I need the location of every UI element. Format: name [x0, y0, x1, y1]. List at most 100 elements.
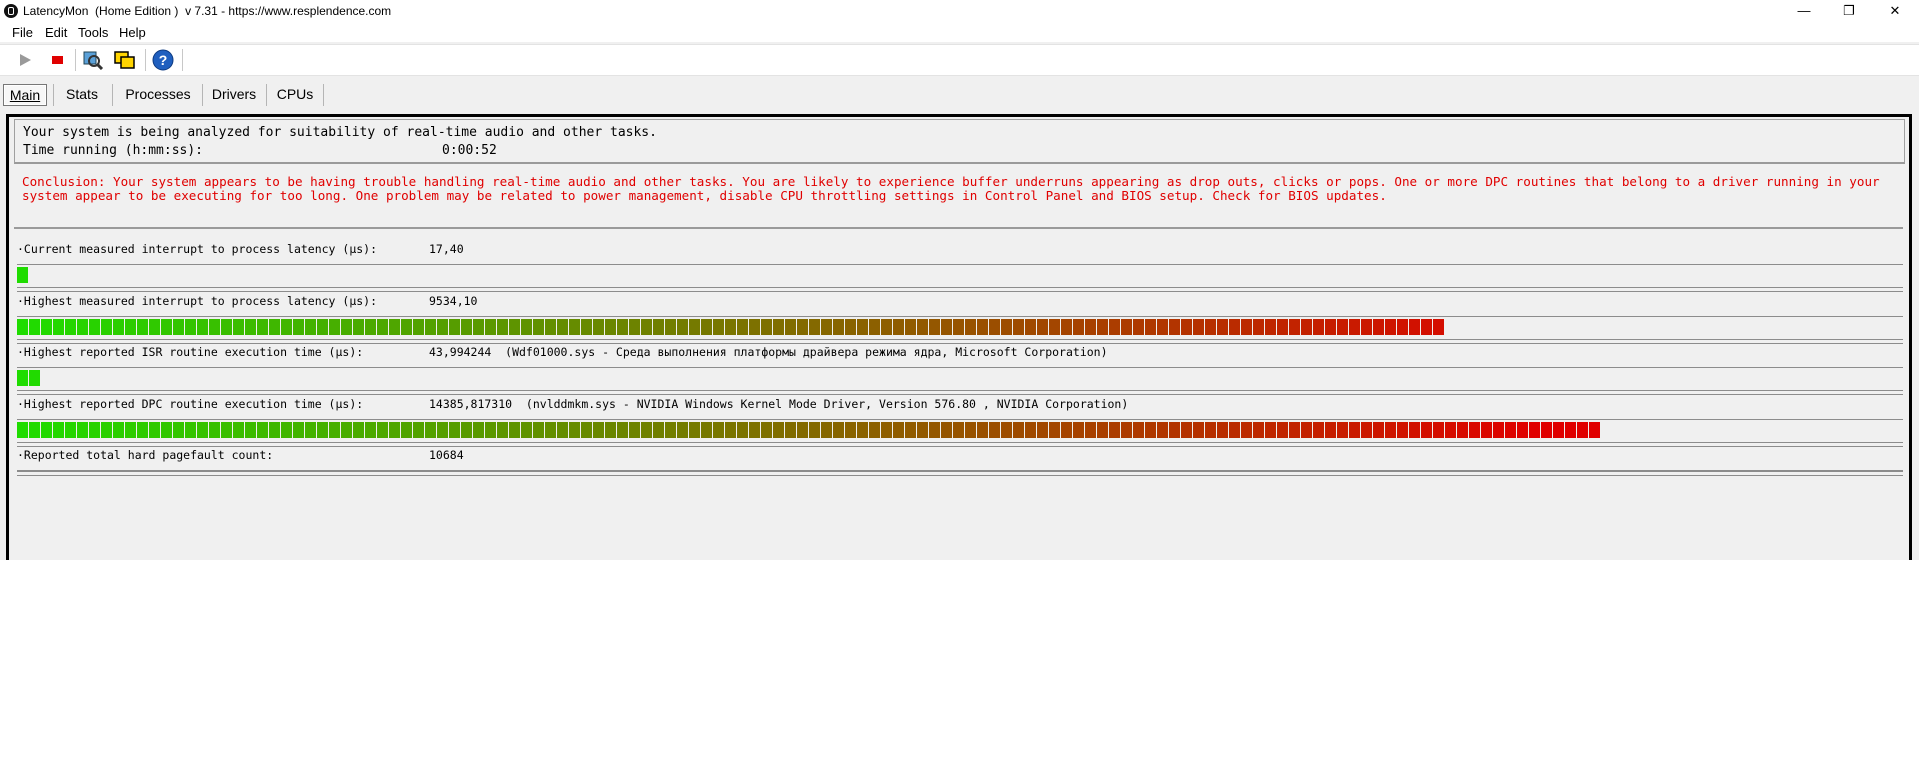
meter-segment	[125, 422, 136, 438]
meter-segment	[185, 422, 196, 438]
tab-drivers[interactable]: Drivers	[207, 84, 261, 104]
meter-segment	[1217, 319, 1228, 335]
meter-segment	[857, 319, 868, 335]
meter-segment	[1229, 319, 1240, 335]
highest-latency-label: ·Highest measured interrupt to process l…	[17, 294, 378, 308]
menu-tools[interactable]: Tools	[78, 25, 108, 40]
meter-segment	[1445, 422, 1456, 438]
meter-segment	[1157, 422, 1168, 438]
meter-segment	[833, 319, 844, 335]
time-running-label: Time running (h:mm:ss):	[23, 143, 204, 158]
meter-segment	[1229, 422, 1240, 438]
menu-file[interactable]: File	[12, 25, 33, 40]
meter-segment	[893, 319, 904, 335]
meter-segment	[1181, 422, 1192, 438]
meter-segment	[821, 319, 832, 335]
meter-segment	[1001, 319, 1012, 335]
meter-segment	[1037, 422, 1048, 438]
meter-segment	[221, 422, 232, 438]
meter-segment	[1193, 319, 1204, 335]
meter-segment	[41, 422, 52, 438]
meter-segment	[773, 422, 784, 438]
menu-edit[interactable]: Edit	[45, 25, 67, 40]
conclusion-panel: Conclusion: Your system appears to be ha…	[14, 167, 1903, 229]
meter-segment	[1397, 422, 1408, 438]
meter-segment	[1265, 422, 1276, 438]
meter-segment	[1157, 319, 1168, 335]
meter-segment	[617, 319, 628, 335]
meter-segment	[1205, 319, 1216, 335]
meter-segment	[41, 319, 52, 335]
meter-segment	[1421, 422, 1432, 438]
meter-segment	[377, 422, 388, 438]
meter-segment	[845, 319, 856, 335]
current-latency-value: 17,40	[429, 242, 464, 256]
stop-button[interactable]	[46, 50, 68, 70]
meter-segment	[257, 422, 268, 438]
help-button[interactable]: ?	[152, 49, 174, 71]
meter-segment	[1013, 422, 1024, 438]
meter-segment	[1097, 319, 1108, 335]
menu-help[interactable]: Help	[119, 25, 146, 40]
meter-segment	[989, 319, 1000, 335]
meter-segment	[1385, 319, 1396, 335]
meter-segment	[1301, 319, 1312, 335]
meter-segment	[689, 422, 700, 438]
meter-segment	[1025, 422, 1036, 438]
meter-segment	[1361, 422, 1372, 438]
current-latency-label: ·Current measured interrupt to process l…	[17, 242, 378, 256]
meter-segment	[869, 319, 880, 335]
app-icon	[4, 4, 18, 18]
meter-segment	[1121, 319, 1132, 335]
meter-segment	[641, 319, 652, 335]
play-button[interactable]	[14, 50, 36, 70]
minimize-button[interactable]: —	[1781, 0, 1827, 22]
meter-segment	[473, 319, 484, 335]
highest-latency-value: 9534,10	[429, 294, 478, 308]
meter-segment	[197, 422, 208, 438]
meter-segment	[1529, 422, 1540, 438]
meter-segment	[713, 319, 724, 335]
meter-segment	[977, 422, 988, 438]
close-button[interactable]: ✕	[1872, 0, 1918, 22]
meter-segment	[1073, 422, 1084, 438]
meter-segment	[437, 319, 448, 335]
meter-segment	[65, 422, 76, 438]
meter-segment	[1145, 319, 1156, 335]
time-running-value: 0:00:52	[442, 143, 497, 158]
meter-segment	[137, 422, 148, 438]
meter-segment	[437, 422, 448, 438]
toolbar-separator	[145, 49, 146, 71]
search-drivers-button[interactable]	[82, 50, 104, 70]
meter-segment	[1325, 422, 1336, 438]
meter-segment	[797, 319, 808, 335]
meter-segment	[1325, 319, 1336, 335]
meter-segment	[377, 319, 388, 335]
meter-segment	[1553, 422, 1564, 438]
tab-cpus[interactable]: CPUs	[273, 84, 317, 104]
meter-segment	[1145, 422, 1156, 438]
meter-segment	[905, 422, 916, 438]
meter-segment	[1097, 422, 1108, 438]
meter-segment	[629, 319, 640, 335]
maximize-button[interactable]: ❐	[1826, 0, 1872, 22]
meter-segment	[1541, 422, 1552, 438]
meter-segment	[629, 422, 640, 438]
meter-segment	[389, 422, 400, 438]
meter-segment	[905, 319, 916, 335]
toolbar-separator	[182, 49, 183, 71]
meter-segment	[977, 319, 988, 335]
tab-main[interactable]: Main	[3, 84, 47, 106]
meter-segment	[17, 267, 28, 283]
meter-segment	[221, 319, 232, 335]
meter-segment	[1301, 422, 1312, 438]
tab-stats[interactable]: Stats	[60, 84, 104, 104]
meter-segment	[497, 422, 508, 438]
meter-segment	[1085, 422, 1096, 438]
meter-segment	[17, 370, 28, 386]
meter-segment	[533, 319, 544, 335]
windows-button[interactable]	[114, 50, 136, 70]
tab-processes[interactable]: Processes	[118, 84, 198, 104]
meter-segment	[1433, 319, 1444, 335]
meter-segment	[1433, 422, 1444, 438]
